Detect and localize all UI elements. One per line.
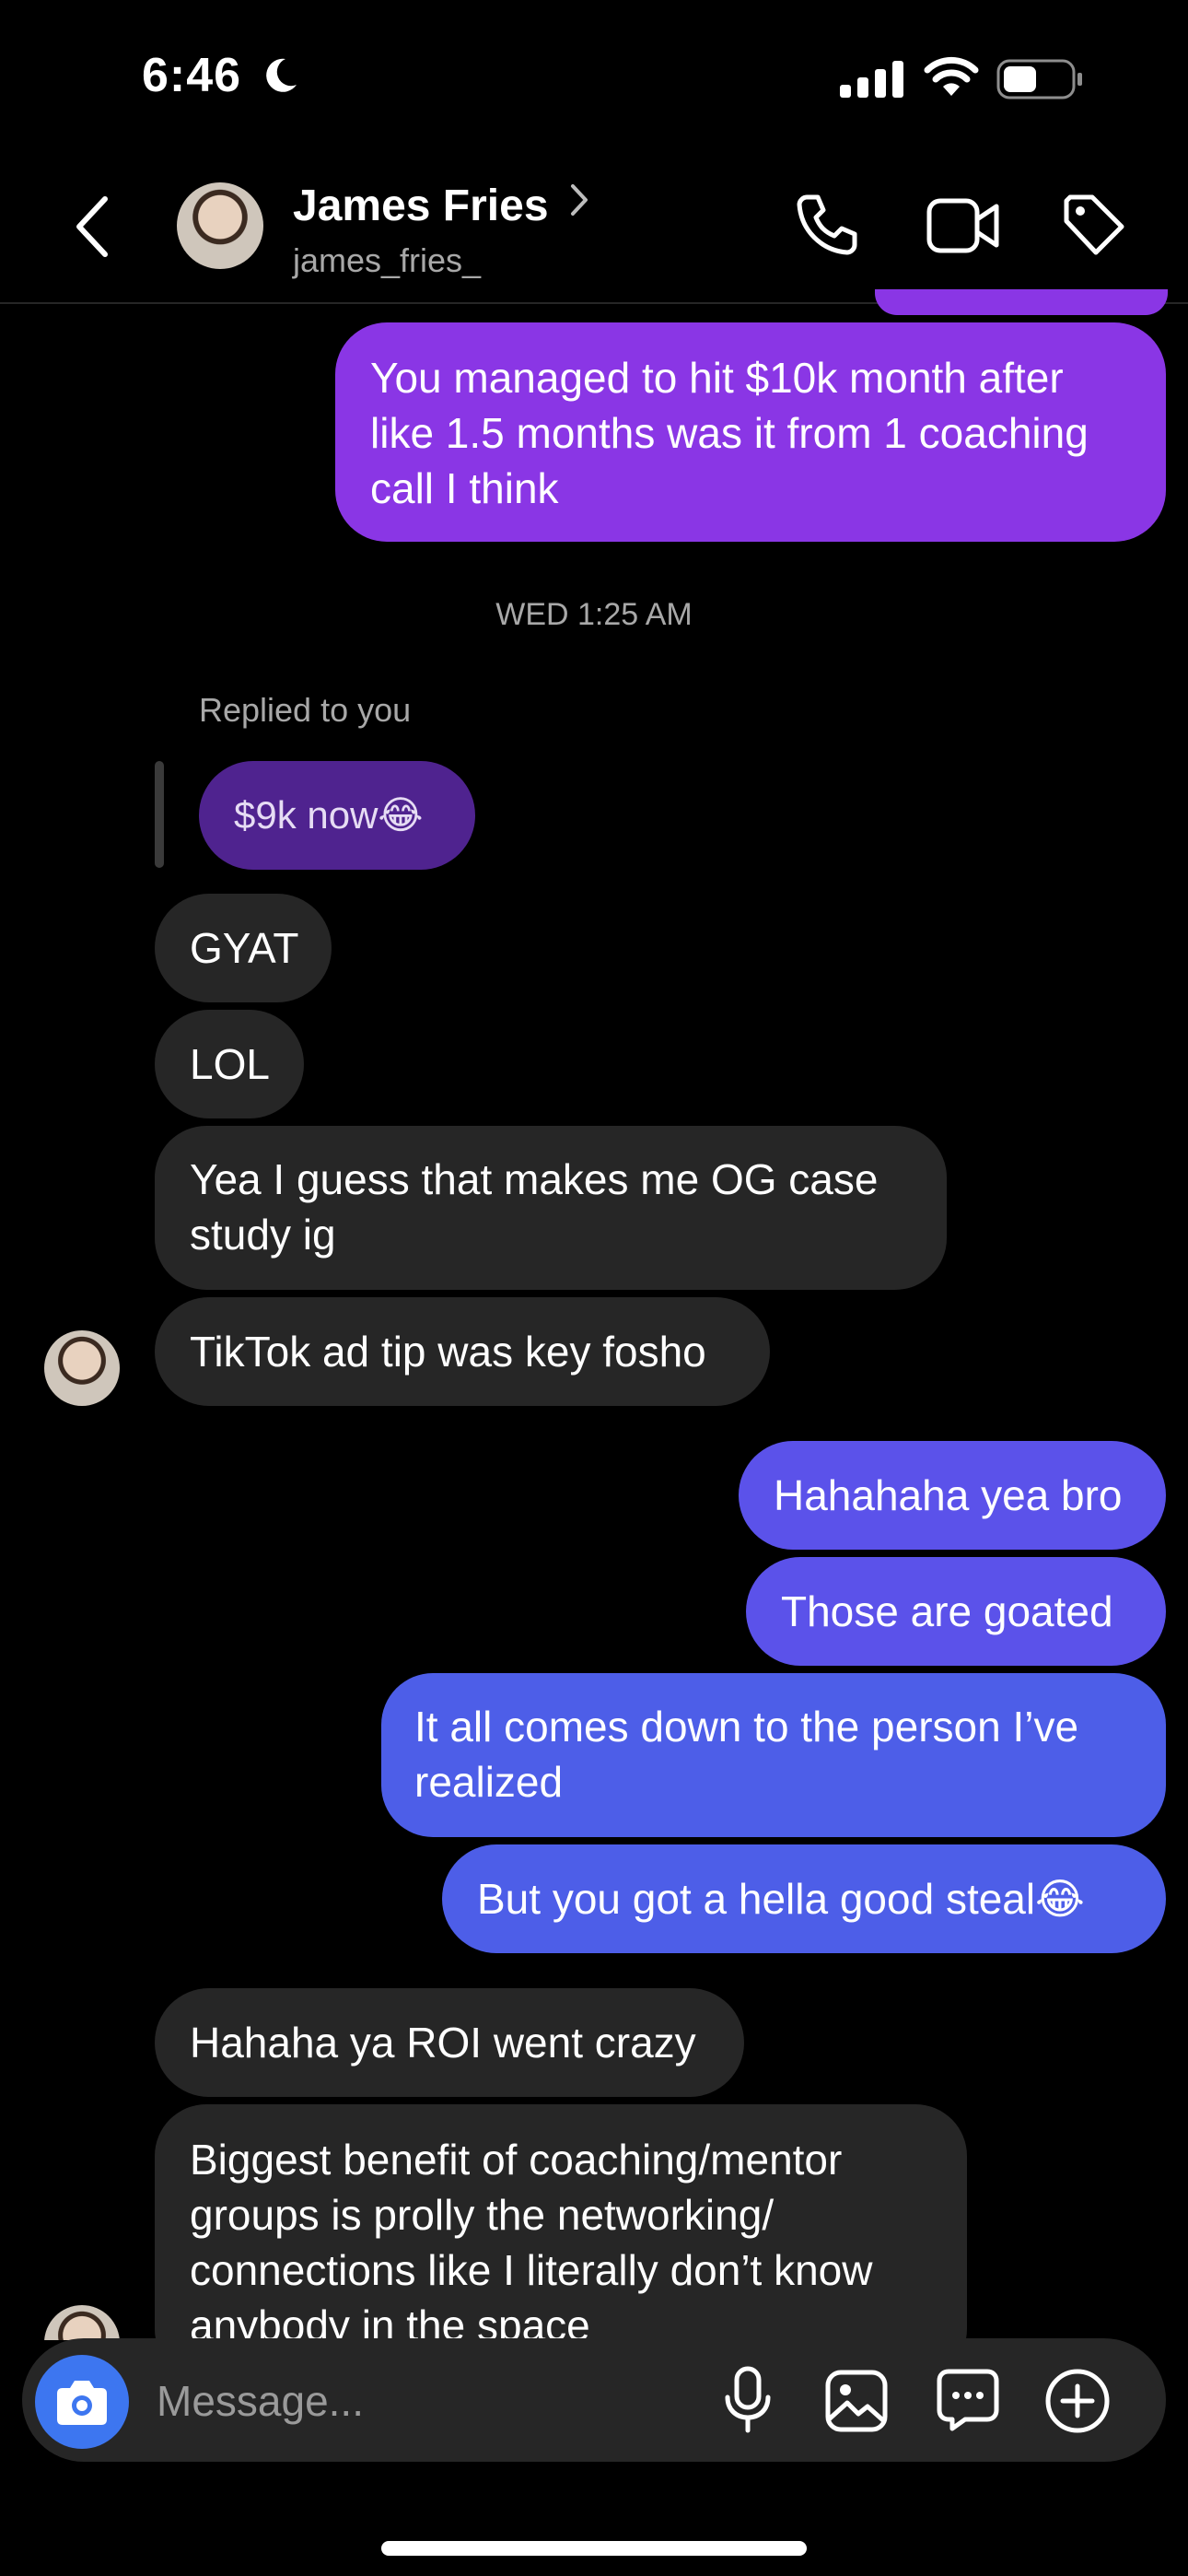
quoted-message-bubble[interactable]: $9k now😂 — [199, 761, 475, 870]
microphone-icon[interactable] — [724, 2366, 772, 2434]
sticker-icon[interactable] — [936, 2368, 1000, 2432]
reply-quote-bar — [155, 761, 164, 868]
video-camera-icon[interactable] — [926, 193, 1000, 258]
contact-name[interactable]: James Fries — [293, 181, 549, 231]
signal-icon — [840, 61, 903, 98]
back-chevron-icon[interactable] — [74, 195, 111, 258]
wifi-icon — [924, 56, 979, 96]
home-indicator[interactable] — [381, 2541, 807, 2556]
moon-icon — [266, 58, 297, 92]
camera-icon — [57, 2381, 107, 2425]
message-bubble-incoming: Hahaha ya ROI went crazy — [155, 1988, 744, 2097]
message-timestamp: WED 1:25 AM — [495, 597, 693, 632]
reply-context-label: Replied to you — [199, 691, 412, 729]
message-bubble-incoming: TikTok ad tip was key fosho — [155, 1297, 770, 1406]
message-bubble-outgoing: It all comes down to the person I’ve rea… — [381, 1673, 1166, 1837]
contact-avatar[interactable] — [177, 182, 263, 269]
gallery-icon[interactable] — [825, 2370, 888, 2432]
contact-username[interactable]: james_fries_ — [293, 241, 481, 280]
battery-icon — [996, 59, 1082, 100]
chevron-right-icon[interactable] — [569, 182, 589, 217]
message-bubble-outgoing: You managed to hit $10k month after like… — [335, 322, 1166, 542]
status-time: 6:46 — [142, 49, 242, 102]
phone-icon[interactable] — [794, 192, 860, 258]
message-input[interactable] — [155, 2368, 674, 2434]
message-bubble-incoming: LOL — [155, 1010, 304, 1118]
tag-icon[interactable] — [1061, 192, 1127, 258]
plus-icon[interactable] — [1044, 2368, 1111, 2434]
message-bubble-incoming: Yea I guess that makes me OG case study … — [155, 1126, 947, 1290]
message-bubble-outgoing: But you got a hella good steal😂 — [442, 1844, 1166, 1953]
message-bubble-incoming: Biggest benefit of coaching/mentor group… — [155, 2104, 967, 2340]
camera-button[interactable] — [35, 2355, 129, 2449]
message-bubble-outgoing: Those are goated — [746, 1557, 1166, 1666]
message-bubble-outgoing: Hahahaha yea bro — [739, 1441, 1166, 1550]
previous-bubble-edge — [875, 289, 1168, 315]
sender-avatar[interactable] — [44, 2305, 120, 2340]
message-bubble-incoming: GYAT — [155, 894, 332, 1002]
clipped-thread-region: Biggest benefit of coaching/mentor group… — [0, 2104, 1188, 2340]
sender-avatar[interactable] — [44, 1330, 120, 1406]
